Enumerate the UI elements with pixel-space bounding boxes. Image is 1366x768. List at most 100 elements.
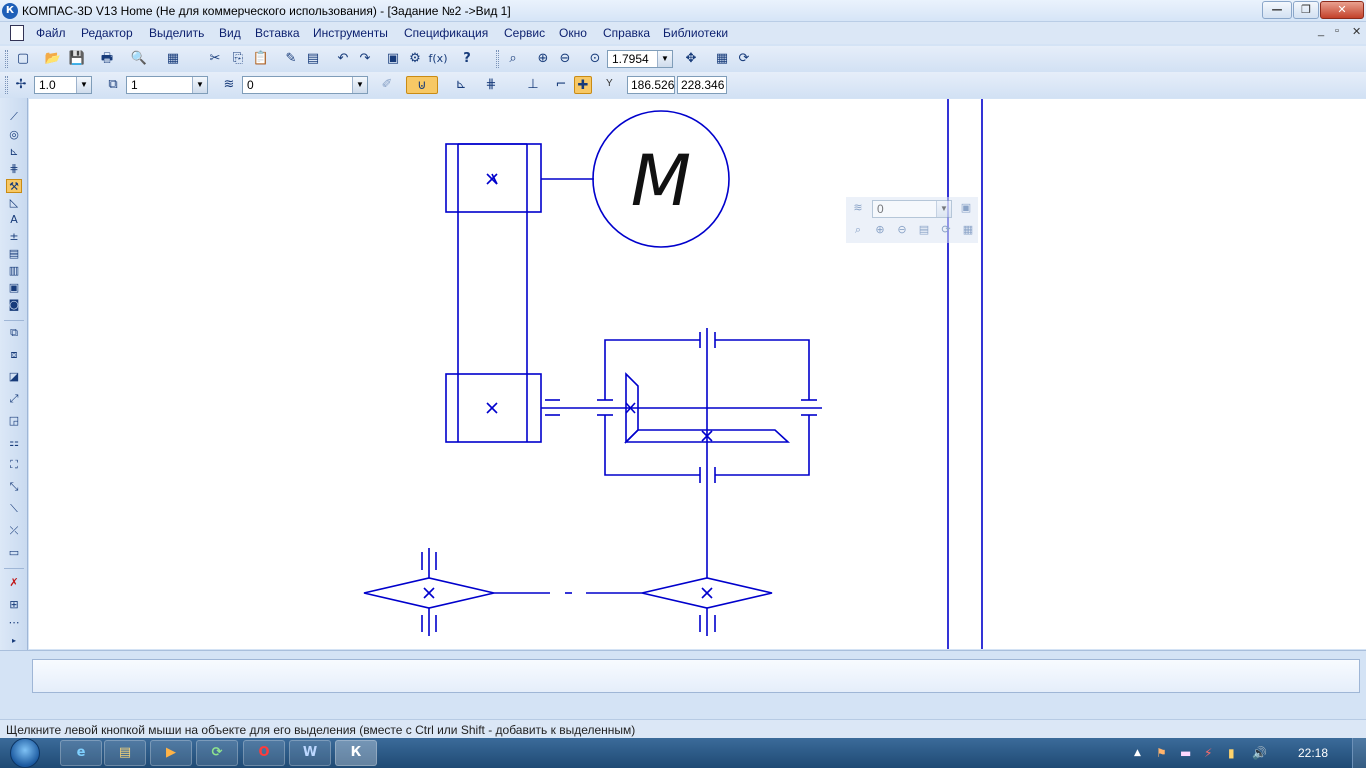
- split-icon[interactable]: ⤫: [6, 524, 22, 538]
- pan-icon[interactable]: ✥: [682, 50, 700, 68]
- copy-icon[interactable]: ⎘: [229, 50, 247, 68]
- taskbar-opera-icon[interactable]: O: [243, 740, 285, 766]
- mdi-minimize-button[interactable]: _: [1318, 25, 1324, 37]
- circle-tool-icon[interactable]: ◎: [6, 128, 22, 142]
- round-icon[interactable]: ⌐: [552, 76, 570, 94]
- menu-tools[interactable]: Инструменты: [313, 26, 388, 40]
- format-brush-icon[interactable]: ✎: [282, 50, 300, 68]
- zoom-icon[interactable]: ⌕: [850, 222, 866, 238]
- menu-specification[interactable]: Спецификация: [404, 26, 488, 40]
- zoom-in-icon[interactable]: ⊕: [872, 222, 888, 238]
- new-document-icon[interactable]: ▢: [14, 50, 32, 68]
- taskbar-media-icon[interactable]: ▶: [150, 740, 192, 766]
- toolbar-grip[interactable]: [5, 50, 8, 68]
- kompas-app-icon[interactable]: К: [2, 3, 18, 19]
- geometry-icon[interactable]: ⟋: [6, 110, 22, 124]
- page-icon[interactable]: ▤: [916, 222, 932, 238]
- tray-power-icon[interactable]: ⚡: [1204, 746, 1212, 760]
- trim-icon[interactable]: ⛶: [6, 458, 22, 472]
- preview-icon[interactable]: 🔍: [130, 50, 148, 68]
- chevron-down-icon[interactable]: ▼: [76, 77, 91, 93]
- layer-icon[interactable]: ⧉: [104, 76, 122, 94]
- extra-view-icon[interactable]: ▦: [713, 50, 731, 68]
- tray-expand-icon[interactable]: ▲: [1134, 748, 1141, 758]
- menu-select[interactable]: Выделить: [149, 26, 204, 40]
- zoom-fit-icon[interactable]: ⊙: [586, 50, 604, 68]
- edit-tool-icon[interactable]: ⚒: [6, 179, 22, 193]
- tray-volume-icon[interactable]: 🔊: [1252, 746, 1267, 760]
- ghost-layer-combo[interactable]: 0 ▼: [872, 200, 952, 218]
- style-combo[interactable]: 0 ▼: [242, 76, 368, 94]
- layers-icon[interactable]: ≋: [850, 200, 866, 216]
- taskbar-word-icon[interactable]: W: [289, 740, 331, 766]
- delete-icon[interactable]: ✗: [6, 576, 22, 590]
- style-icon[interactable]: ≋: [220, 76, 238, 94]
- text-icon[interactable]: A: [6, 213, 22, 227]
- scale-combo[interactable]: 1.7954 ▼: [607, 50, 673, 68]
- menu-file[interactable]: Файл: [36, 26, 66, 40]
- toolbar-grip[interactable]: [496, 50, 499, 68]
- select-icon[interactable]: ▤: [6, 247, 22, 261]
- settings-icon[interactable]: ⋯: [6, 616, 22, 630]
- menu-editor[interactable]: Редактор: [81, 26, 133, 40]
- zoom-out-icon[interactable]: ⊖: [894, 222, 910, 238]
- snap-on-icon[interactable]: ✚: [574, 76, 592, 94]
- maximize-button[interactable]: ❐: [1293, 1, 1319, 19]
- undo-icon[interactable]: ↶: [334, 50, 352, 68]
- document-manager-icon[interactable]: ▦: [164, 50, 182, 68]
- tray-language-icon[interactable]: ▬: [1180, 746, 1191, 760]
- mdi-restore-button[interactable]: ▫: [1335, 25, 1339, 37]
- coord-y-field[interactable]: 228.346: [677, 76, 727, 94]
- mdi-close-button[interactable]: ✕: [1352, 25, 1361, 38]
- group-icon[interactable]: ▭: [6, 546, 22, 560]
- minimize-button[interactable]: —: [1262, 1, 1292, 19]
- rotate-icon[interactable]: ⧈: [6, 348, 22, 362]
- redo-icon[interactable]: ↷: [356, 50, 374, 68]
- taskbar-sync-icon[interactable]: ⟳: [196, 740, 238, 766]
- snap-step-icon[interactable]: ✢: [12, 76, 30, 94]
- taskbar-kompas-icon[interactable]: К: [335, 740, 377, 766]
- zoom-in-icon[interactable]: ⊕: [534, 50, 552, 68]
- help-icon[interactable]: ?: [458, 50, 476, 68]
- variables-fx-icon[interactable]: f(x): [428, 50, 448, 68]
- print-icon[interactable]: 🖶: [98, 50, 116, 68]
- cut-icon[interactable]: ✂: [206, 50, 224, 68]
- zoom-out-icon[interactable]: ⊖: [556, 50, 574, 68]
- menu-window[interactable]: Окно: [559, 26, 587, 40]
- coord-x-field[interactable]: 186.526: [627, 76, 675, 94]
- save-icon[interactable]: 💾: [68, 50, 86, 68]
- brush-icon[interactable]: ✐: [378, 76, 396, 94]
- dimensions-icon[interactable]: ⊾: [6, 145, 22, 159]
- spec-icon[interactable]: ▥: [6, 264, 22, 278]
- menu-view[interactable]: Вид: [219, 26, 241, 40]
- menu-libraries[interactable]: Библиотеки: [663, 26, 728, 40]
- grid-icon[interactable]: ⋕: [482, 76, 500, 94]
- paste-icon[interactable]: 📋: [252, 50, 270, 68]
- tree-icon[interactable]: ▣: [384, 50, 402, 68]
- print-icon[interactable]: ▦: [960, 222, 976, 238]
- chevron-down-icon[interactable]: ▼: [192, 77, 207, 93]
- stretch-icon[interactable]: ⤡: [6, 480, 22, 494]
- taskbar-explorer-icon[interactable]: ▤: [104, 740, 146, 766]
- ortho-icon[interactable]: ⊾: [452, 76, 470, 94]
- refresh-icon[interactable]: ⟳: [938, 222, 954, 238]
- param-icon[interactable]: ◺: [6, 196, 22, 210]
- menu-help[interactable]: Справка: [603, 26, 650, 40]
- chevron-down-icon[interactable]: ▼: [936, 201, 951, 217]
- properties-icon[interactable]: ▤: [304, 50, 322, 68]
- more-icon[interactable]: ▸: [6, 634, 22, 648]
- taskbar-ie-icon[interactable]: e: [60, 740, 102, 766]
- report-icon[interactable]: ▣: [6, 281, 22, 295]
- toolbar-grip[interactable]: [5, 76, 8, 94]
- menu-insert[interactable]: Вставка: [255, 26, 300, 40]
- parameters-icon[interactable]: ⚙: [406, 50, 424, 68]
- hatch-icon[interactable]: ⋕: [6, 162, 22, 176]
- chevron-down-icon[interactable]: ▼: [352, 77, 367, 93]
- measure-icon[interactable]: ±: [6, 230, 22, 244]
- close-button[interactable]: ✕: [1320, 1, 1364, 19]
- drawing-canvas[interactable]: M ≋ 0 ▼ ▣ ⌕ ⊕ ⊖ ▤ ⟳ ▦: [29, 99, 1366, 649]
- show-desktop-button[interactable]: [1352, 738, 1366, 768]
- tray-antivirus-icon[interactable]: ⚑: [1156, 746, 1167, 760]
- break-icon[interactable]: ⟍: [6, 502, 22, 516]
- menu-service[interactable]: Сервис: [504, 26, 545, 40]
